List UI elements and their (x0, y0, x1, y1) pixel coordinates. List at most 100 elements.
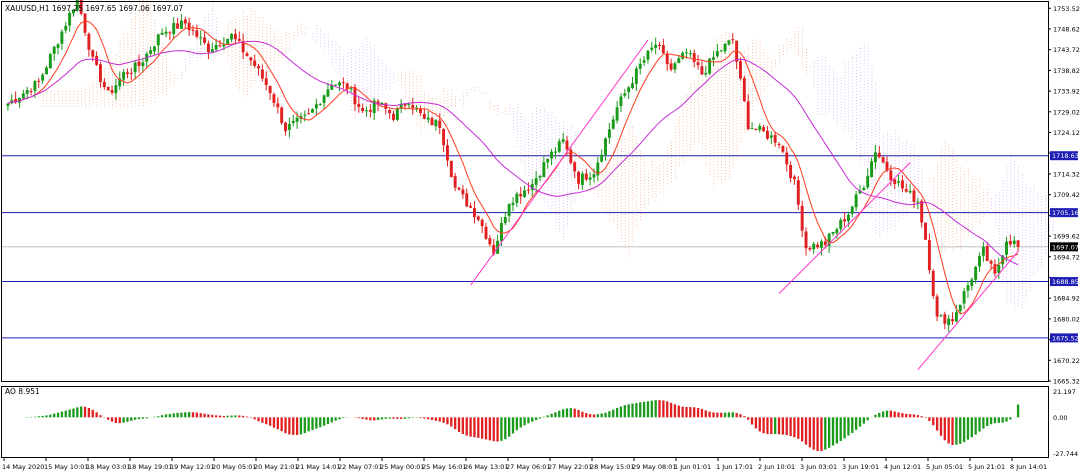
candle-body[interactable] (253, 60, 257, 67)
candle-body[interactable] (203, 37, 207, 43)
candle-body[interactable] (792, 176, 796, 180)
candle-body[interactable] (719, 50, 723, 52)
candle-body[interactable] (1016, 240, 1020, 247)
candle-body[interactable] (41, 74, 45, 81)
candle-body[interactable] (129, 72, 133, 74)
candle-body[interactable] (52, 46, 56, 54)
candle-body[interactable] (619, 96, 623, 107)
candle-body[interactable] (176, 23, 180, 29)
candle-body[interactable] (542, 162, 546, 178)
candle-body[interactable] (476, 216, 480, 220)
candle-body[interactable] (303, 114, 307, 116)
candle-body[interactable] (56, 44, 60, 48)
candle-body[interactable] (206, 43, 210, 53)
candle-body[interactable] (989, 260, 993, 264)
candle-body[interactable] (862, 187, 866, 191)
candle-body[interactable] (908, 190, 912, 193)
candle-body[interactable] (218, 45, 222, 47)
candle-body[interactable] (796, 180, 800, 205)
candle-body[interactable] (688, 53, 692, 55)
candle-body[interactable] (920, 200, 924, 223)
candle-body[interactable] (199, 37, 203, 39)
candle-body[interactable] (881, 157, 885, 163)
candle-body[interactable] (789, 164, 793, 179)
candle-body[interactable] (893, 179, 897, 184)
candle-body[interactable] (546, 158, 550, 163)
candle-body[interactable] (484, 226, 488, 239)
candle-body[interactable] (388, 110, 392, 114)
candle-body[interactable] (658, 44, 661, 46)
candle-body[interactable] (754, 129, 758, 131)
candle-body[interactable] (769, 135, 773, 138)
candle-body[interactable] (64, 25, 68, 31)
candle-body[interactable] (978, 255, 981, 267)
candle-body[interactable] (954, 312, 958, 322)
candle-body[interactable] (411, 105, 415, 108)
candle-body[interactable] (37, 80, 41, 82)
candle-body[interactable] (6, 103, 10, 107)
candle-body[interactable] (226, 38, 230, 45)
candle-body[interactable] (257, 66, 261, 69)
candle-body[interactable] (727, 40, 731, 45)
candle-body[interactable] (172, 23, 176, 35)
candle-body[interactable] (392, 113, 395, 120)
candle-body[interactable] (553, 151, 557, 153)
candle-body[interactable] (515, 193, 519, 203)
candle-body[interactable] (854, 194, 858, 208)
candle-body[interactable] (781, 145, 785, 152)
candle-body[interactable] (557, 141, 561, 152)
candle-body[interactable] (565, 140, 569, 150)
candle-body[interactable] (48, 54, 52, 69)
candle-body[interactable] (179, 20, 183, 29)
candle-body[interactable] (60, 31, 64, 44)
candle-body[interactable] (673, 63, 677, 70)
candle-body[interactable] (819, 241, 823, 248)
candle-body[interactable] (646, 50, 650, 60)
candle-body[interactable] (210, 49, 214, 53)
candle-body[interactable] (83, 13, 87, 33)
candle-body[interactable] (465, 193, 469, 207)
candle-body[interactable] (260, 69, 264, 79)
candle-body[interactable] (600, 154, 604, 162)
candle-body[interactable] (758, 125, 762, 131)
candle-body[interactable] (924, 222, 928, 240)
candle-body[interactable] (712, 57, 715, 60)
candle-body[interactable] (696, 62, 700, 66)
candle-body[interactable] (357, 103, 361, 107)
candle-body[interactable] (588, 177, 592, 180)
candle-body[interactable] (1012, 240, 1016, 245)
candle-body[interactable] (407, 104, 411, 106)
candle-body[interactable] (461, 189, 465, 195)
candle-body[interactable] (365, 110, 368, 112)
candle-body[interactable] (534, 178, 538, 185)
candle-body[interactable] (669, 63, 673, 70)
candle-body[interactable] (314, 104, 318, 109)
candle-body[interactable] (384, 103, 388, 109)
candle-body[interactable] (569, 149, 573, 163)
candle-body[interactable] (746, 101, 750, 130)
candle-body[interactable] (488, 238, 492, 245)
candle-body[interactable] (704, 72, 708, 75)
candle-body[interactable] (523, 190, 527, 198)
candle-body[interactable] (469, 205, 473, 208)
candle-body[interactable] (45, 67, 48, 75)
candle-body[interactable] (268, 86, 272, 94)
candle-body[interactable] (816, 244, 820, 248)
candle-body[interactable] (457, 187, 461, 190)
candle-body[interactable] (974, 266, 978, 280)
candle-body[interactable] (947, 318, 951, 326)
candle-body[interactable] (183, 19, 187, 24)
candle-body[interactable] (873, 152, 877, 163)
candle-body[interactable] (511, 202, 515, 206)
candle-body[interactable] (685, 52, 688, 54)
candle-body[interactable] (800, 205, 804, 231)
candle-body[interactable] (284, 122, 287, 132)
candle-body[interactable] (742, 78, 746, 102)
candle-body[interactable] (287, 123, 291, 130)
candle-body[interactable] (106, 87, 110, 91)
candle-body[interactable] (361, 107, 365, 112)
candle-body[interactable] (943, 314, 947, 324)
candle-body[interactable] (981, 246, 985, 256)
candle-body[interactable] (739, 61, 742, 79)
candle-body[interactable] (445, 145, 449, 161)
